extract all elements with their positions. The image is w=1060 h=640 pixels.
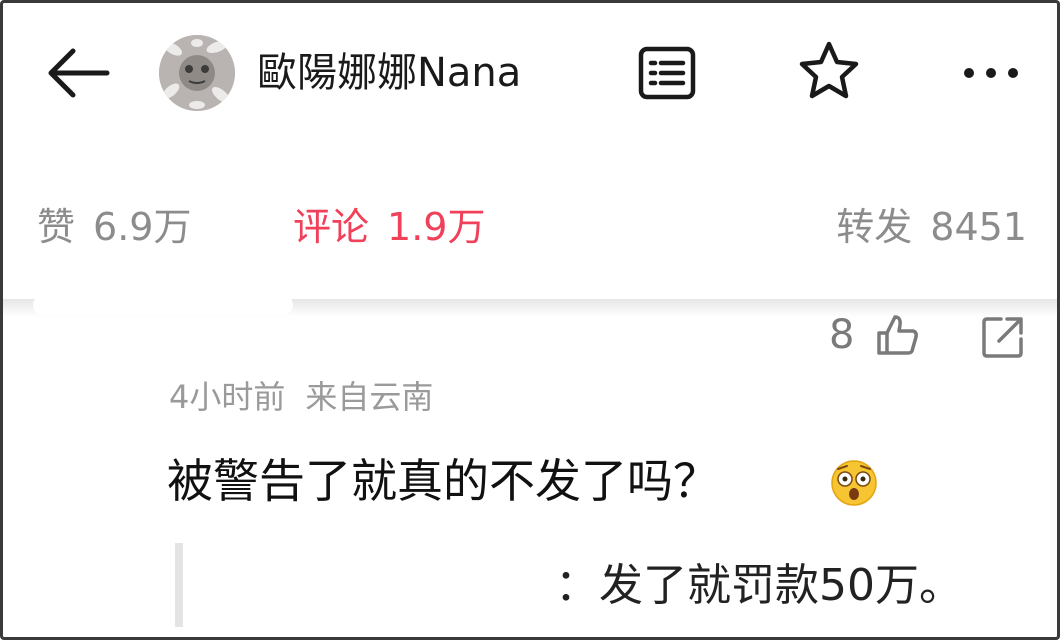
avatar[interactable] [159,35,235,111]
comment-text: 被警告了就真的不发了吗？ [167,454,719,508]
likes-label: 赞 [37,205,76,249]
shocked-face-icon [829,457,879,507]
divider-highlight [33,295,293,315]
document-button[interactable] [637,43,697,103]
star-icon [799,41,859,99]
share-external-icon [982,317,1023,358]
quoted-reply-text: ：发了就罚款50万。 [555,560,963,611]
comment-time: 4小时前 [169,378,286,416]
reposts-tab[interactable]: 转发 8451 [836,201,1027,253]
likes-tab[interactable]: 赞 6.9万 [37,201,191,253]
comment-like-count: 8 [829,312,855,358]
back-button[interactable] [43,43,113,103]
back-arrow-icon [48,48,110,98]
reposts-label: 转发 [836,205,913,249]
comments-label: 评论 [293,205,370,249]
more-icon [964,68,1018,78]
comments-tab[interactable]: 评论 1.9万 [293,201,485,253]
comment-meta: 4小时前 来自云南 [169,375,433,419]
likes-count: 6.9万 [93,205,192,249]
stats-bar: 赞 6.9万 评论 1.9万 转发 8451 [3,193,1057,263]
reposts-count: 8451 [930,205,1027,249]
document-icon [638,46,696,100]
comment-location: 来自云南 [305,378,434,416]
comments-count: 1.9万 [387,205,486,249]
top-bar: 歐陽娜娜Nana [3,3,1057,143]
quote-bar [175,543,183,627]
comment-share-button[interactable] [979,313,1027,361]
flower-avatar-image [159,35,235,111]
thumbs-up-icon [877,315,918,355]
favorite-button[interactable] [797,39,861,103]
screen-frame: 歐陽娜娜Nana 赞 6.9万 评论 1.9万 转发 8451 8 4小时前 来… [0,0,1060,640]
more-button[interactable] [955,51,1027,95]
username-title[interactable]: 歐陽娜娜Nana [257,47,521,99]
comment-like-button[interactable] [873,311,921,359]
